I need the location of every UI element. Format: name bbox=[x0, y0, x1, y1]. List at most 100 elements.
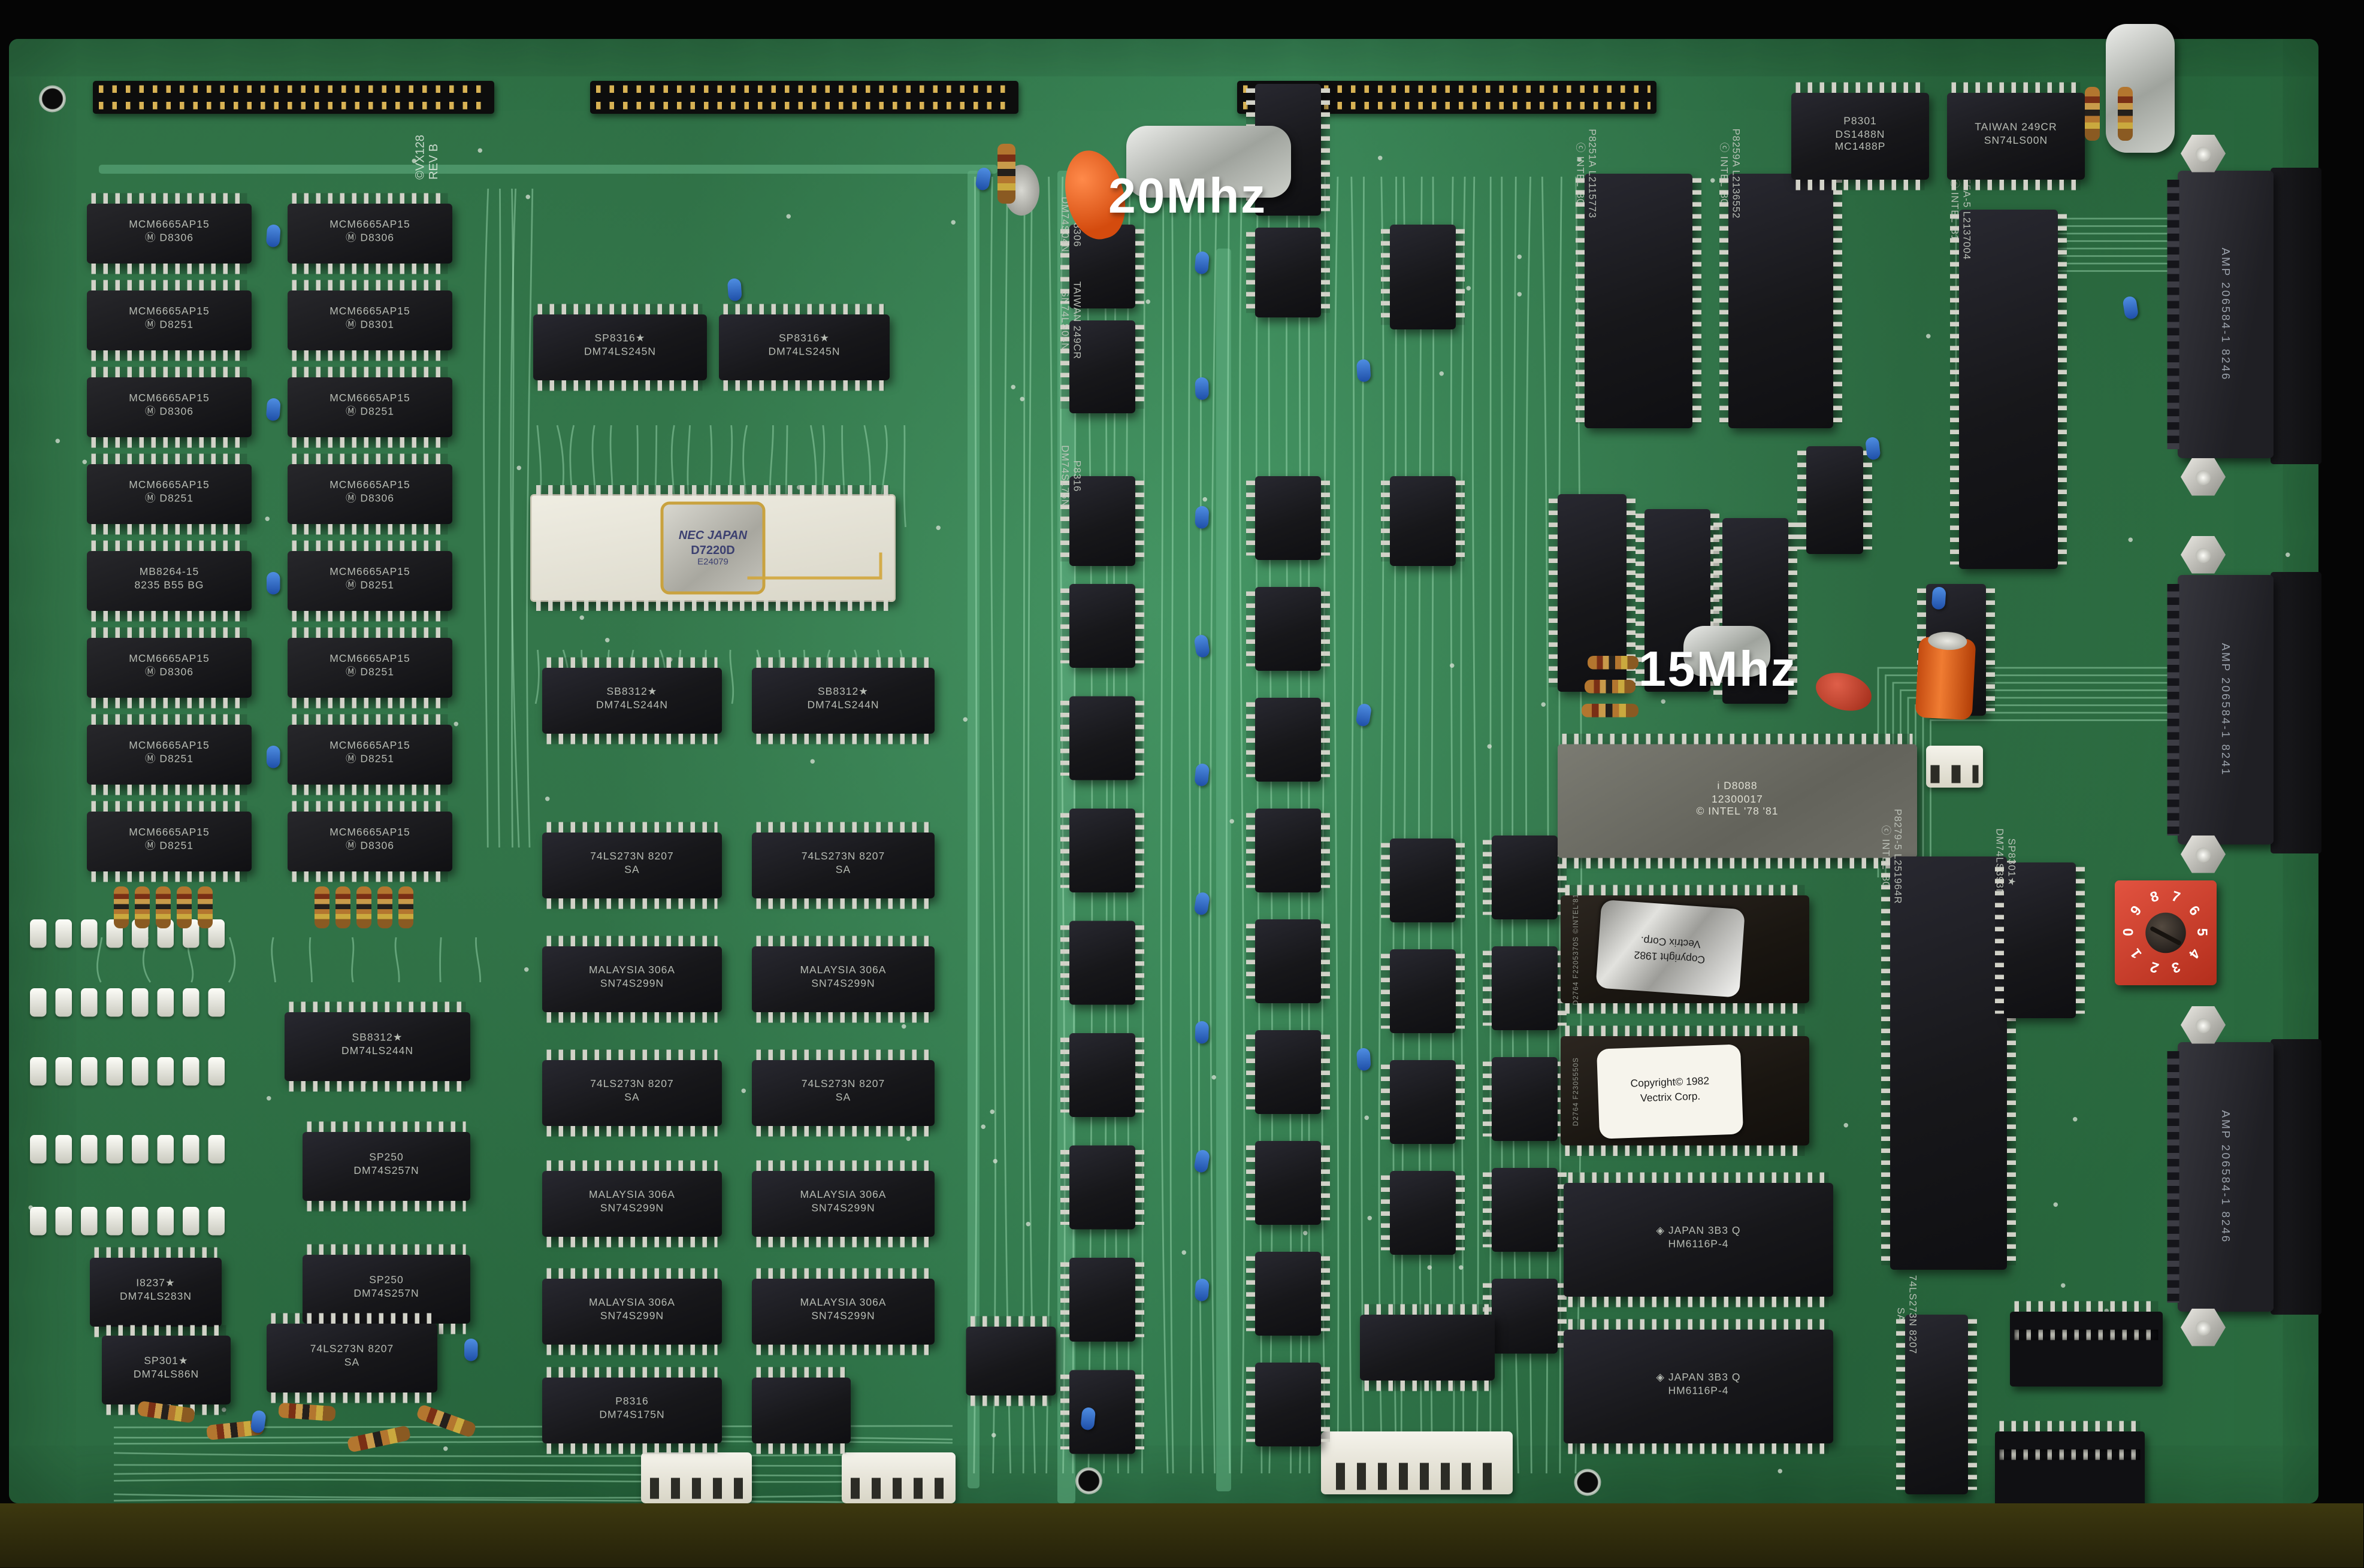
rotary-digit: 0 bbox=[2121, 928, 2138, 936]
chip-label-line: MCM6665AP15 bbox=[129, 829, 210, 841]
ic-mcm6665ap15: MCM6665AP15Ⓜ D8251 bbox=[87, 812, 252, 871]
ic-mcm6665ap15: MCM6665AP15Ⓜ D8251 bbox=[87, 725, 252, 785]
ic-unmarked bbox=[1069, 1370, 1135, 1454]
ic-unmarked bbox=[1255, 919, 1321, 1003]
chip-label-line: Ⓜ D8251 bbox=[145, 841, 194, 854]
ic-p8251a-l2115773: P8251A L2115773ⓒ INTEL '80 bbox=[1585, 174, 1692, 428]
edge-connector: AMP 206584-1 8246 bbox=[2178, 171, 2274, 458]
chip-label-line: P8316 bbox=[1069, 461, 1081, 492]
ic-unmarked bbox=[1255, 809, 1321, 892]
unpopulated-pad bbox=[56, 1135, 72, 1164]
solder-via bbox=[1466, 286, 1471, 290]
ic-sb8312: SB8312★DM74LS244N bbox=[285, 1012, 470, 1081]
ic-p8316: P8316DM74S175N bbox=[1069, 476, 1135, 566]
bead-capacitor bbox=[1195, 1021, 1209, 1044]
ic-74ls273n-8207: 74LS273N 8207SA bbox=[542, 833, 722, 898]
chip-label-line: SA bbox=[1893, 1307, 1905, 1322]
chip-label-line: DM74S257N bbox=[353, 1167, 419, 1179]
unpopulated-pad bbox=[107, 1207, 123, 1236]
chip-label-line: MCM6665AP15 bbox=[129, 395, 210, 407]
unpopulated-pad bbox=[183, 1057, 199, 1086]
chip-label-line: TAIWAN 249CR bbox=[1975, 123, 2057, 136]
solder-via bbox=[1145, 299, 1150, 304]
chip-label: SP8316★DM74LS245N bbox=[719, 314, 890, 380]
mounting-hole bbox=[39, 86, 66, 113]
chip-label-line: MCM6665AP15 bbox=[129, 655, 210, 668]
ic-mcm6665ap15: MCM6665AP15Ⓜ D8251 bbox=[87, 290, 252, 350]
chip-label-line: SA bbox=[344, 1358, 359, 1371]
chip-label-line: HM6116P-4 bbox=[1668, 1240, 1728, 1252]
ic-mcm6665ap15: MCM6665AP15Ⓜ D8306 bbox=[87, 638, 252, 698]
bead-capacitor bbox=[727, 278, 742, 301]
chip-label-line: ◈ JAPAN 3B3 Q bbox=[1656, 1374, 1741, 1387]
solder-via bbox=[525, 194, 530, 199]
chip-label-line: SN74S299N bbox=[811, 1204, 875, 1216]
unpopulated-pad bbox=[132, 1057, 149, 1086]
annotation-15mhz: 15Mhz bbox=[1639, 641, 1797, 698]
chip-label: MCM6665AP15Ⓜ D8306 bbox=[288, 464, 452, 524]
ic-p8301: P8301DS1488NMC1488P bbox=[1791, 93, 1929, 180]
rotary-digit: 2 bbox=[2148, 957, 2160, 975]
chip-label-line: Ⓜ D8251 bbox=[346, 755, 394, 767]
edge-connector-housing bbox=[2271, 1039, 2321, 1315]
chip-label-line: MALAYSIA 306A bbox=[589, 1299, 675, 1312]
chip-label-line: MALAYSIA 306A bbox=[800, 967, 886, 979]
unpopulated-pad bbox=[158, 1135, 174, 1164]
wire-connector bbox=[842, 1452, 956, 1503]
ic-unmarked bbox=[1492, 836, 1558, 919]
chip-label-line: SP8316★ bbox=[595, 335, 646, 347]
unpopulated-pad bbox=[56, 988, 72, 1017]
chip-label-line: MCM6665AP15 bbox=[329, 568, 410, 581]
chip-label-line: © INTEL '78 '81 bbox=[1696, 807, 1778, 820]
ic-mcm6665ap15: MCM6665AP15Ⓜ D8306 bbox=[288, 812, 452, 871]
chip-label-line: DM74LS393N bbox=[1992, 828, 2004, 897]
crystal-oscillator bbox=[2106, 24, 2175, 153]
chip-label-line: MALAYSIA 306A bbox=[800, 1191, 886, 1204]
mounting-hole bbox=[1075, 1467, 1102, 1494]
ic-malaysia-306a: MALAYSIA 306ASN74S299N bbox=[542, 1171, 722, 1237]
copyright-sticker: Copyright© 1982Vectrix Corp. bbox=[1597, 1043, 1744, 1138]
ic-unmarked bbox=[1492, 1279, 1558, 1354]
chip-label: TAIWAN 249CRSN74LS00N bbox=[1947, 93, 2085, 180]
unpopulated-pad bbox=[132, 1207, 149, 1236]
chip-label: SB8312★DM74LS244N bbox=[752, 668, 935, 734]
ic-unmarked bbox=[1255, 1252, 1321, 1336]
unpopulated-pad bbox=[107, 988, 123, 1017]
bead-capacitor bbox=[1356, 1048, 1371, 1071]
unpopulated-pad bbox=[56, 919, 72, 948]
chip-label: SP301★DM74LS86N bbox=[102, 1336, 231, 1404]
sticker-line: Vectrix Corp. bbox=[1640, 1091, 1701, 1105]
chip-label-line: SP250 bbox=[369, 1276, 404, 1289]
ic-unmarked bbox=[1360, 1315, 1495, 1381]
rotary-knob bbox=[2145, 913, 2186, 953]
ic-unmarked bbox=[1806, 446, 1863, 554]
sticker-line: Copyright 1982 bbox=[1634, 948, 1706, 965]
chip-label-line: MCM6665AP15 bbox=[329, 308, 410, 320]
rotary-digit: 6 bbox=[2185, 903, 2203, 919]
chip-label-line: D7220D bbox=[691, 544, 734, 558]
ic-unmarked bbox=[1069, 809, 1135, 892]
ic-p8259a-l2136552: P8259A L2136552ⓒ INTEL '80 bbox=[1728, 174, 1833, 428]
resistor bbox=[335, 886, 350, 928]
resistor bbox=[177, 886, 192, 928]
ic-unmarked bbox=[1390, 225, 1456, 329]
silkscreen-revision: ©VX128 REV B bbox=[413, 135, 440, 180]
chip-label-line: Ⓜ D8301 bbox=[346, 320, 394, 333]
chip-label: ◈ JAPAN 3B3 QHM6116P-4 bbox=[1564, 1183, 1833, 1297]
unpopulated-pad bbox=[208, 1207, 225, 1236]
chip-label: MCM6665AP15Ⓜ D8306 bbox=[87, 377, 252, 437]
chip-label: P8301DS1488NMC1488P bbox=[1791, 93, 1929, 180]
solder-via bbox=[993, 1159, 997, 1164]
ic-unmarked bbox=[966, 1327, 1056, 1396]
chip-label-line: SN74LS04N bbox=[1057, 290, 1069, 351]
chip-label: MCM6665AP15Ⓜ D8251 bbox=[87, 290, 252, 350]
chip-label: MCM6665AP15Ⓜ D8251 bbox=[87, 464, 252, 524]
chip-label: MALAYSIA 306ASN74S299N bbox=[752, 1279, 935, 1345]
chip-label-line: 74LS273N 8207 bbox=[310, 1345, 394, 1358]
unpopulated-pad bbox=[158, 1057, 174, 1086]
ic-malaysia-306a: MALAYSIA 306ASN74S299N bbox=[752, 946, 935, 1012]
pcb-photo: MCM6665AP15Ⓜ D8306MCM6665AP15Ⓜ D8251MCM6… bbox=[0, 0, 2364, 1567]
circuit-board: MCM6665AP15Ⓜ D8306MCM6665AP15Ⓜ D8251MCM6… bbox=[9, 39, 2318, 1503]
solder-via bbox=[1026, 1222, 1030, 1227]
bead-capacitor bbox=[266, 224, 281, 247]
